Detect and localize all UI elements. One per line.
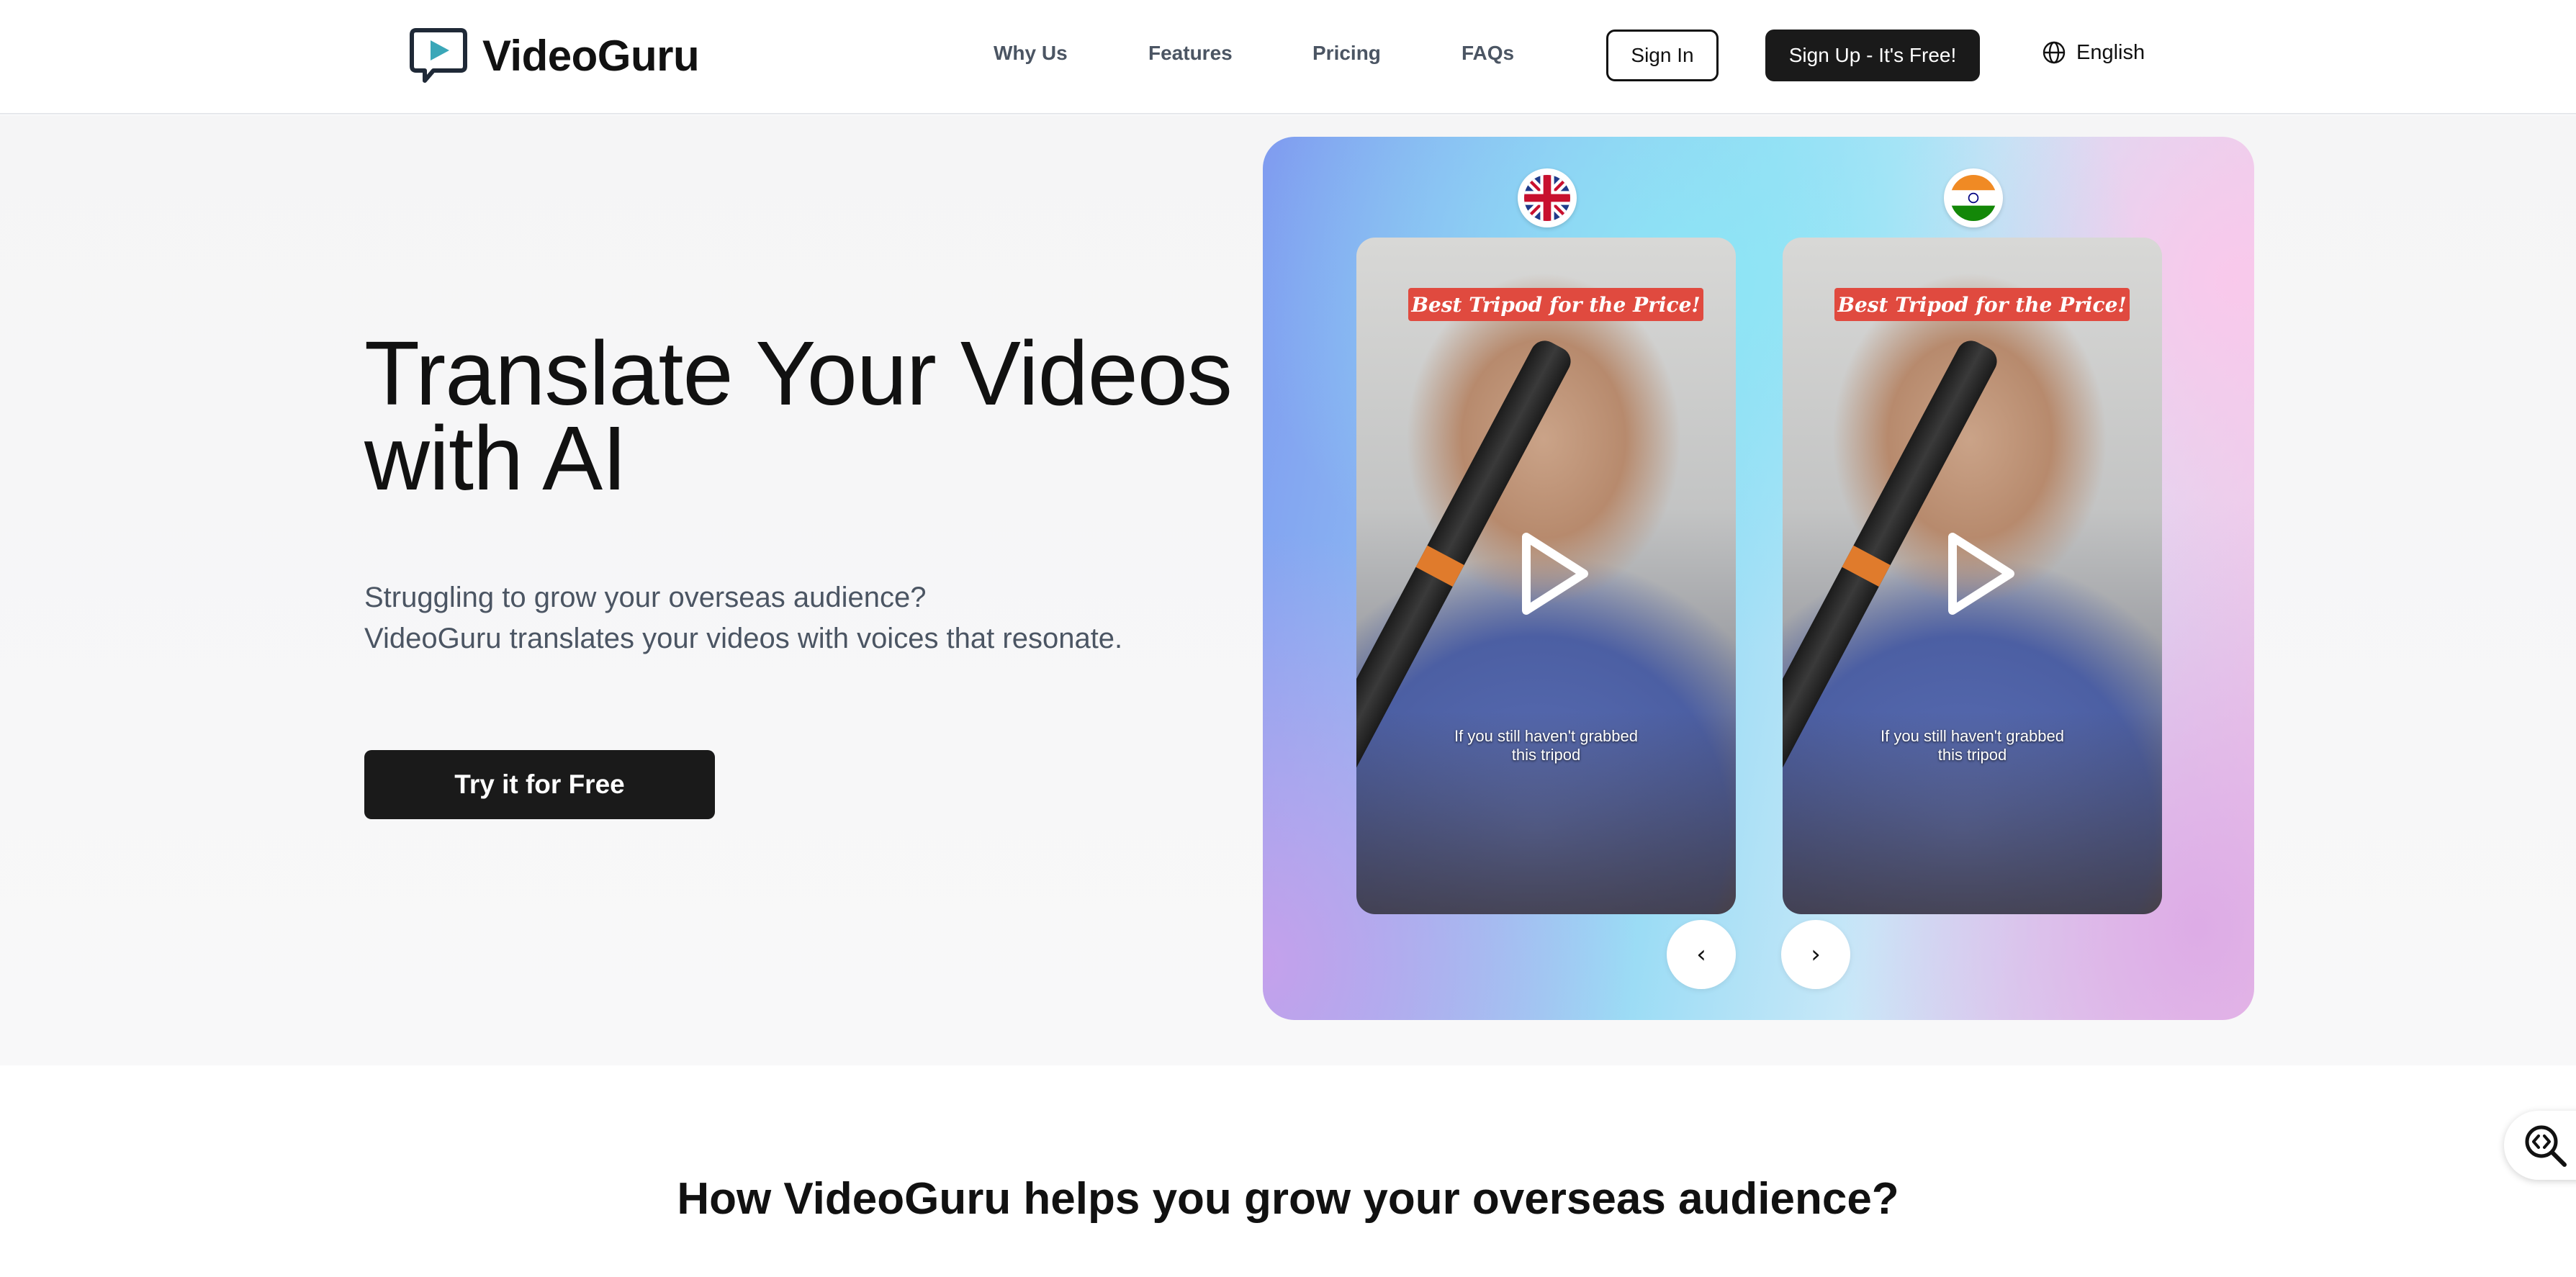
code-search-icon: [2525, 1125, 2567, 1167]
floating-search-widget[interactable]: [2504, 1111, 2576, 1180]
video-subtitle: If you still haven't grabbed this tripod: [1356, 727, 1736, 764]
nav-features[interactable]: Features: [1148, 42, 1233, 65]
hero-title: Translate Your Videos with AI: [364, 328, 1233, 504]
video-showcase: Best Tripod for the Price! If you still …: [1263, 137, 2254, 1020]
logo-icon: [410, 28, 467, 83]
language-selector[interactable]: English: [2042, 40, 2145, 65]
video-subtitle-line-2: this tripod: [1511, 746, 1581, 764]
globe-icon: [2043, 41, 2066, 64]
logo[interactable]: VideoGuru: [409, 26, 700, 85]
hero-title-line-2: with AI: [364, 407, 627, 509]
play-icon[interactable]: [1519, 531, 1591, 616]
hero-subtitle: Struggling to grow your overseas audienc…: [364, 577, 1122, 659]
sign-in-button[interactable]: Sign In: [1606, 30, 1719, 81]
logo-text: VideoGuru: [482, 31, 700, 80]
hero-subtitle-line-1: Struggling to grow your overseas audienc…: [364, 582, 927, 613]
video-title-caption: Best Tripod for the Price!: [1834, 288, 2130, 321]
nav-why-us[interactable]: Why Us: [994, 42, 1068, 65]
video-subtitle-line-2: this tripod: [1937, 746, 2007, 764]
translated-video-card[interactable]: Best Tripod for the Price! If you still …: [1783, 238, 2162, 914]
video-title-caption: Best Tripod for the Price!: [1408, 288, 1703, 321]
language-label: English: [2076, 40, 2145, 64]
video-subtitle-line-1: If you still haven't grabbed: [1881, 727, 2064, 745]
video-subtitle-line-1: If you still haven't grabbed: [1454, 727, 1638, 745]
india-flag-icon: [1944, 168, 2003, 227]
original-video-card[interactable]: Best Tripod for the Price! If you still …: [1356, 238, 1736, 914]
hero-subtitle-line-2: VideoGuru translates your videos with vo…: [364, 623, 1123, 654]
uk-flag-icon: [1518, 168, 1577, 227]
next-arrow-button[interactable]: ›: [1781, 920, 1850, 989]
nav-faqs[interactable]: FAQs: [1462, 42, 1514, 65]
section-title: How VideoGuru helps you grow your overse…: [677, 1174, 1899, 1224]
play-icon[interactable]: [1945, 531, 2017, 616]
hero-section: Translate Your Videos with AI Struggling…: [0, 115, 2576, 1065]
prev-arrow-button[interactable]: ‹: [1667, 920, 1736, 989]
sign-up-button[interactable]: Sign Up - It's Free!: [1765, 30, 1980, 81]
try-free-button[interactable]: Try it for Free: [364, 750, 715, 819]
nav-pricing[interactable]: Pricing: [1312, 42, 1381, 65]
site-header: VideoGuru Why Us Features Pricing FAQs S…: [0, 0, 2576, 114]
video-subtitle: If you still haven't grabbed this tripod: [1783, 727, 2162, 764]
